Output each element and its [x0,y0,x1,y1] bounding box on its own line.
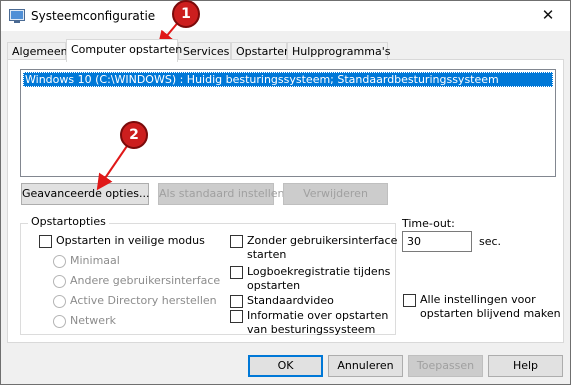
no-gui-boot-checkbox[interactable] [230,235,243,248]
radio-alternate-shell[interactable] [53,275,66,288]
os-boot-info-checkbox[interactable] [230,310,243,323]
base-video-label: Standaardvideo [247,294,334,307]
os-boot-info-label-1: Informatie over opstarten [247,309,389,322]
advanced-options-button[interactable]: Geavanceerde opties... [21,183,149,205]
boot-log-label-2: opstarten [247,279,301,292]
set-as-default-button[interactable]: Als standaard instellen [158,183,285,205]
no-gui-boot-label-1: Zonder gebruikersinterface [247,234,398,247]
help-button[interactable]: Help [488,355,563,377]
annotation-badge-2: 2 [120,121,148,149]
radio-network[interactable] [53,315,66,328]
safe-boot-label: Opstarten in veilige modus [56,234,205,247]
cancel-button[interactable]: Annuleren [328,355,403,377]
boot-entries-list[interactable]: Windows 10 (C:\WINDOWS) : Huidig besturi… [20,69,556,177]
make-permanent-label-1: Alle instellingen voor [420,293,536,306]
annotation-badge-1: 1 [172,0,200,28]
base-video-checkbox[interactable] [230,295,243,308]
window-title: Systeemconfiguratie [31,9,156,23]
tab-computer-opstarten[interactable]: Computer opstarten [66,39,182,62]
radio-alternate-shell-label: Andere gebruikersinterface [70,274,221,287]
msconfig-app-icon [9,9,25,23]
title-bar: Systeemconfiguratie ✕ [1,1,570,31]
system-configuration-window: Systeemconfiguratie ✕ Algemeen Computer … [0,0,571,385]
safe-boot-checkbox[interactable] [39,235,52,248]
close-window-button[interactable]: ✕ [526,1,570,31]
delete-button[interactable]: Verwijderen [283,183,388,205]
apply-button[interactable]: Toepassen [408,355,483,377]
make-permanent-checkbox[interactable] [403,294,416,307]
timeout-unit: sec. [479,235,502,248]
radio-network-label: Netwerk [70,314,116,327]
no-gui-boot-label-2: starten [247,248,287,261]
make-permanent-label-2: opstarten blijvend maken [420,307,561,320]
boot-options-group-title: Opstartopties [28,215,109,228]
radio-ad-repair[interactable] [53,295,66,308]
timeout-input[interactable]: 30 [402,231,472,252]
radio-minimal[interactable] [53,255,66,268]
radio-ad-repair-label: Active Directory herstellen [70,294,217,307]
ok-button[interactable]: OK [248,355,323,377]
boot-log-checkbox[interactable] [230,266,243,279]
boot-entry-row[interactable]: Windows 10 (C:\WINDOWS) : Huidig besturi… [23,72,553,87]
boot-log-label-1: Logboekregistratie tijdens [247,265,391,278]
os-boot-info-label-2: van besturingssysteem [247,323,376,336]
timeout-label: Time-out: [402,217,455,230]
radio-minimal-label: Minimaal [70,254,120,267]
